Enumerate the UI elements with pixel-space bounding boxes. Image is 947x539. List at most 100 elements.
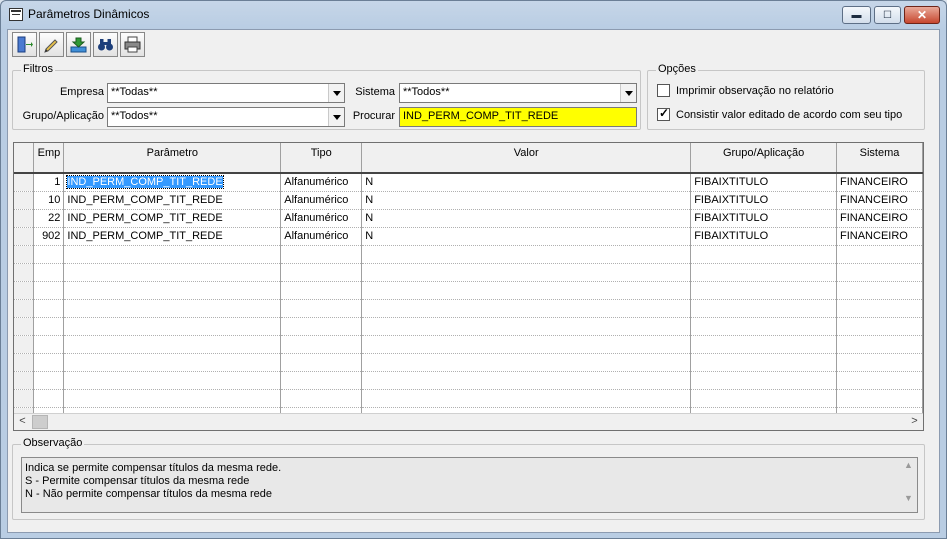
- cell-valor[interactable]: N: [361, 191, 692, 210]
- toolbar: [12, 32, 145, 58]
- main-window: Parâmetros Dinâmicos ▬ ☐ ✕ Filtros Empre…: [0, 0, 947, 539]
- column-header-emp[interactable]: Emp: [33, 143, 65, 174]
- cell-sistema[interactable]: FINANCEIRO: [836, 227, 923, 246]
- client-area: Filtros Empresa **Todas** Sistema **Todo…: [7, 29, 940, 533]
- row-indicator[interactable]: [14, 209, 35, 228]
- row-indicator-header: [14, 143, 35, 174]
- checkbox-unchecked[interactable]: [657, 84, 670, 97]
- column-header-valor[interactable]: Valor: [361, 143, 692, 174]
- scroll-up-icon[interactable]: ▲: [901, 459, 916, 472]
- procurar-label: Procurar: [352, 110, 395, 122]
- checkbox-checked[interactable]: [657, 106, 670, 121]
- cell-tipo[interactable]: Alfanumérico: [280, 209, 363, 228]
- edit-button[interactable]: [39, 32, 64, 57]
- cell-emp[interactable]: 10: [33, 191, 65, 210]
- exit-door-icon: [17, 36, 33, 53]
- maximize-button[interactable]: ☐: [874, 6, 901, 24]
- row-indicator[interactable]: [14, 191, 35, 210]
- table-row[interactable]: 22 IND_PERM_COMP_TIT_REDE Alfanumérico N…: [14, 209, 923, 228]
- cell-grupo[interactable]: FIBAIXTITULO: [690, 191, 837, 210]
- cell-grupo[interactable]: FIBAIXTITULO: [690, 227, 837, 246]
- export-button[interactable]: [66, 32, 91, 57]
- print-button[interactable]: [120, 32, 145, 57]
- empty-row: [14, 317, 923, 336]
- scroll-left-icon[interactable]: <: [14, 415, 31, 430]
- empty-row: [14, 299, 923, 318]
- observation-line: N - Não permite compensar títulos da mes…: [25, 488, 272, 500]
- scroll-right-icon[interactable]: >: [906, 415, 923, 430]
- title-bar[interactable]: Parâmetros Dinâmicos ▬ ☐ ✕: [1, 1, 946, 29]
- column-header-grupo[interactable]: Grupo/Aplicação: [690, 143, 837, 174]
- row-indicator[interactable]: [14, 172, 35, 192]
- cell-sistema[interactable]: FINANCEIRO: [836, 172, 923, 192]
- procurar-input[interactable]: IND_PERM_COMP_TIT_REDE: [399, 107, 637, 127]
- column-header-sistema[interactable]: Sistema: [836, 143, 923, 174]
- cell-sistema[interactable]: FINANCEIRO: [836, 209, 923, 228]
- exit-button[interactable]: [12, 32, 37, 57]
- binoculars-icon: [98, 39, 113, 51]
- minimize-button[interactable]: ▬: [842, 6, 871, 24]
- cell-parametro[interactable]: IND_PERM_COMP_TIT_REDE: [63, 191, 282, 210]
- parameters-grid[interactable]: Emp Parâmetro Tipo Valor Grupo/Aplicação…: [13, 142, 924, 431]
- table-row[interactable]: 1 IND_PERM_COMP_TIT_REDE Alfanumérico N …: [14, 172, 923, 192]
- horizontal-scrollbar[interactable]: < >: [14, 413, 923, 430]
- options-legend: Opções: [656, 63, 698, 75]
- observation-legend: Observação: [21, 437, 85, 449]
- cell-grupo[interactable]: FIBAIXTITULO: [690, 209, 837, 228]
- cell-parametro[interactable]: IND_PERM_COMP_TIT_REDE: [63, 227, 282, 246]
- cell-sistema[interactable]: FINANCEIRO: [836, 191, 923, 210]
- close-button[interactable]: ✕: [904, 6, 940, 24]
- maximize-icon: ☐: [883, 9, 892, 21]
- chevron-down-icon[interactable]: [328, 84, 344, 102]
- empty-row: [14, 245, 923, 264]
- observation-textarea[interactable]: Indica se permite compensar títulos da m…: [21, 457, 918, 513]
- chevron-down-icon[interactable]: [328, 108, 344, 126]
- table-row[interactable]: 902 IND_PERM_COMP_TIT_REDE Alfanumérico …: [14, 227, 923, 246]
- column-header-parametro[interactable]: Parâmetro: [63, 143, 282, 174]
- sistema-select[interactable]: **Todos**: [399, 83, 637, 103]
- cell-tipo[interactable]: Alfanumérico: [280, 227, 363, 246]
- cell-grupo[interactable]: FIBAIXTITULO: [690, 172, 837, 192]
- cell-emp[interactable]: 902: [33, 227, 65, 246]
- print-observation-checkbox[interactable]: Imprimir observação no relatório: [657, 84, 834, 97]
- filters-legend: Filtros: [21, 63, 55, 75]
- empresa-value: **Todas**: [111, 86, 158, 98]
- cell-valor[interactable]: N: [361, 209, 692, 228]
- app-icon[interactable]: [9, 8, 23, 21]
- cell-tipo[interactable]: Alfanumérico: [280, 172, 363, 192]
- table-row[interactable]: 10 IND_PERM_COMP_TIT_REDE Alfanumérico N…: [14, 191, 923, 210]
- window-title: Parâmetros Dinâmicos: [28, 7, 150, 21]
- grupo-select[interactable]: **Todos**: [107, 107, 345, 127]
- cell-emp[interactable]: 1: [33, 172, 65, 192]
- cell-parametro[interactable]: IND_PERM_COMP_TIT_REDE: [63, 172, 282, 192]
- row-indicator[interactable]: [14, 227, 35, 246]
- scroll-down-icon[interactable]: ▼: [901, 492, 916, 505]
- cell-tipo[interactable]: Alfanumérico: [280, 191, 363, 210]
- sistema-value: **Todos**: [403, 86, 450, 98]
- filters-group: Filtros Empresa **Todas** Sistema **Todo…: [12, 63, 641, 130]
- empty-row: [14, 353, 923, 372]
- printer-icon: [124, 36, 141, 53]
- empresa-select[interactable]: **Todas**: [107, 83, 345, 103]
- options-group: Opções Imprimir observação no relatório …: [647, 63, 925, 130]
- empty-row: [14, 389, 923, 408]
- validate-type-checkbox[interactable]: Consistir valor editado de acordo com se…: [657, 106, 902, 121]
- cell-valor[interactable]: N: [361, 172, 692, 192]
- print-observation-label: Imprimir observação no relatório: [676, 84, 834, 97]
- empty-row: [14, 281, 923, 300]
- download-tray-icon: [70, 37, 87, 53]
- cell-parametro[interactable]: IND_PERM_COMP_TIT_REDE: [63, 209, 282, 228]
- selected-cell-text[interactable]: IND_PERM_COMP_TIT_REDE: [66, 175, 224, 190]
- cell-valor[interactable]: N: [361, 227, 692, 246]
- column-header-tipo[interactable]: Tipo: [280, 143, 363, 174]
- cell-emp[interactable]: 22: [33, 209, 65, 228]
- find-button[interactable]: [93, 32, 118, 57]
- close-icon: ✕: [916, 8, 928, 22]
- vertical-scrollbar[interactable]: ▲ ▼: [901, 459, 916, 511]
- chevron-down-icon[interactable]: [620, 84, 636, 102]
- empty-row: [14, 335, 923, 354]
- scroll-thumb[interactable]: [32, 415, 48, 429]
- empresa-label: Empresa: [59, 86, 104, 98]
- empty-row: [14, 263, 923, 282]
- empty-row: [14, 371, 923, 390]
